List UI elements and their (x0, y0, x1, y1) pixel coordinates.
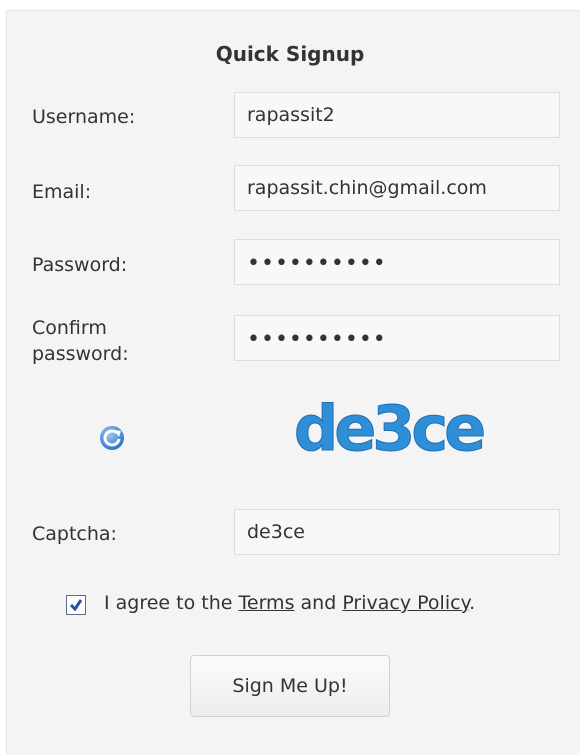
password-label: Password: (32, 254, 128, 276)
email-label: Email: (32, 181, 92, 203)
refresh-captcha-button[interactable] (96, 422, 128, 454)
sign-me-up-button[interactable]: Sign Me Up! (190, 655, 390, 717)
form-title: Quick Signup (215, 42, 365, 66)
agree-checkbox[interactable] (66, 595, 86, 615)
username-input[interactable] (234, 92, 560, 138)
privacy-policy-link[interactable]: Privacy Policy (342, 592, 469, 614)
checkmark-icon (69, 599, 83, 612)
captcha-image-text: de3ce (294, 392, 484, 465)
captcha-label: Captcha: (32, 523, 117, 545)
captcha-image: de3ce (283, 382, 493, 472)
username-label: Username: (32, 106, 136, 128)
email-input[interactable] (234, 165, 560, 211)
captcha-input[interactable] (234, 509, 560, 555)
confirm-password-label-line1: Confirm (32, 317, 107, 339)
password-input[interactable] (234, 239, 560, 285)
confirm-password-input[interactable] (234, 315, 560, 361)
agree-suffix: . (469, 592, 476, 614)
confirm-password-label-line2: password: (32, 343, 129, 365)
agree-prefix: I agree to the (104, 592, 233, 614)
agree-text: I agree to the Terms and Privacy Policy. (104, 589, 475, 617)
agree-middle: and (300, 592, 337, 614)
terms-link[interactable]: Terms (239, 592, 295, 614)
refresh-icon (100, 426, 124, 450)
